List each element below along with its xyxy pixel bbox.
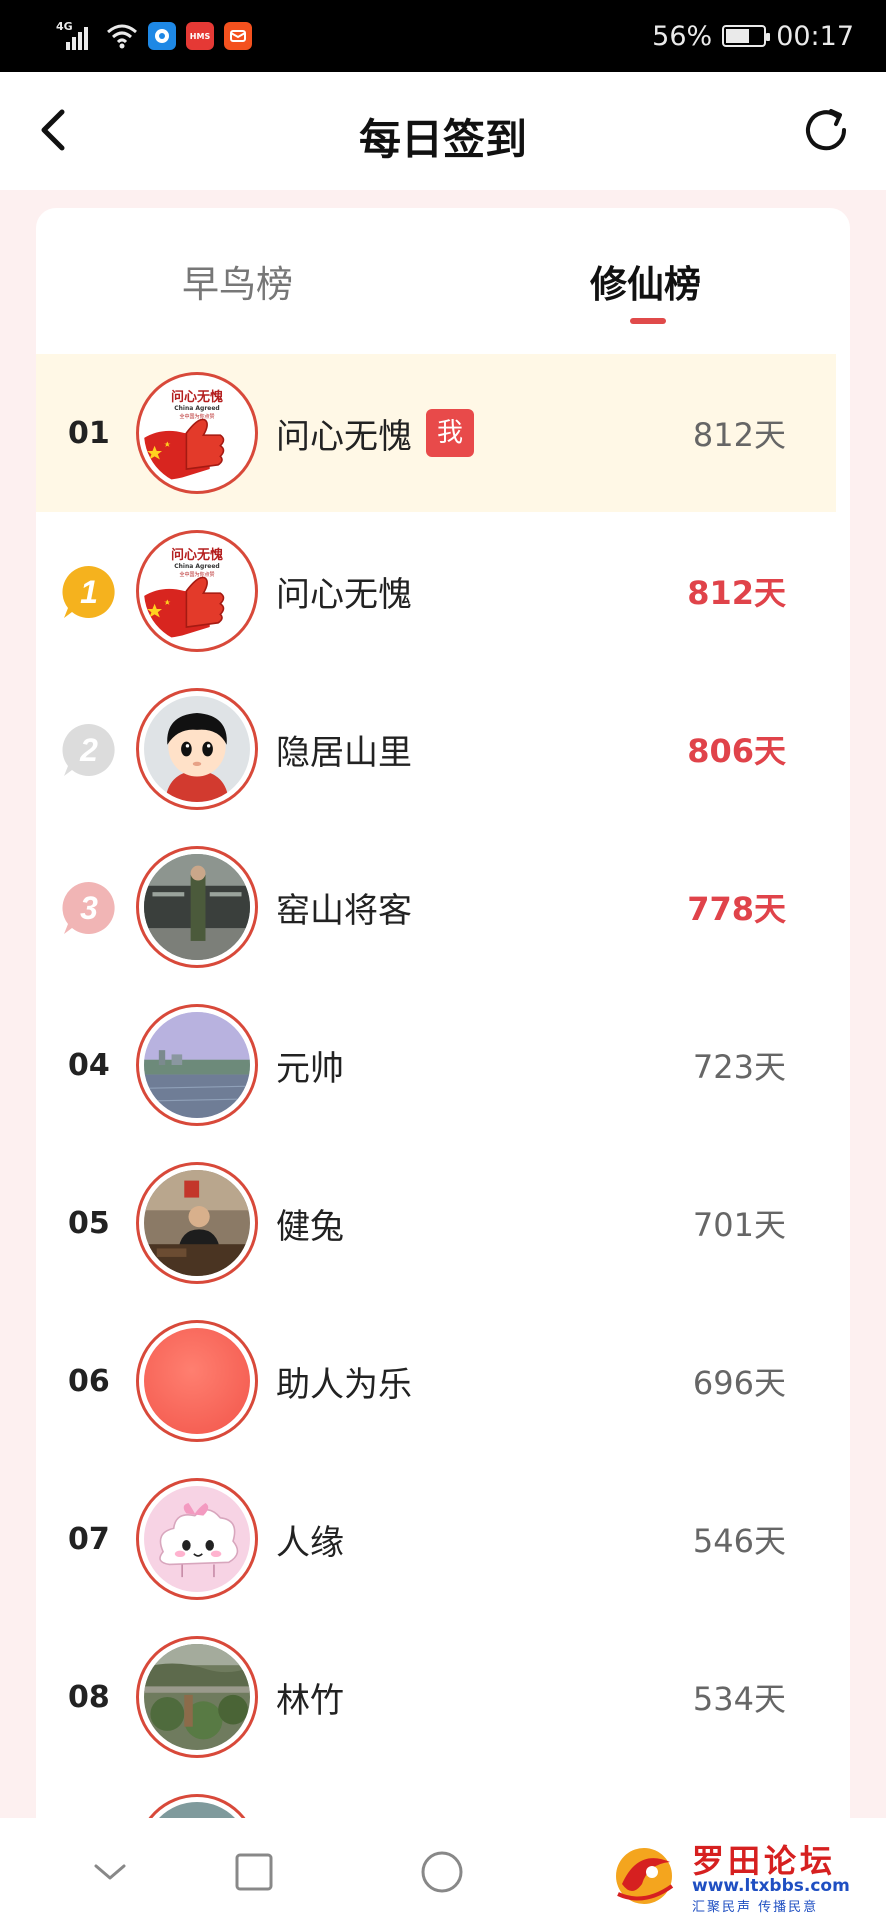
battery-percent: 56% bbox=[652, 20, 713, 52]
watermark-url: www.ltxbbs.com bbox=[692, 1876, 850, 1896]
avatar-image bbox=[144, 696, 250, 802]
user-name: 助人为乐 bbox=[276, 1364, 412, 1405]
sign-in-days: 812天 bbox=[692, 416, 786, 454]
avatar-caption: 问心无愧 bbox=[170, 548, 223, 563]
page-title: 每日签到 bbox=[358, 115, 527, 164]
sign-in-days: 534天 bbox=[692, 1680, 786, 1718]
list-item[interactable]: 04 元帅 723天 bbox=[36, 986, 836, 1144]
avatar-image bbox=[144, 1012, 250, 1118]
rank-number: 05 bbox=[68, 1205, 110, 1241]
watermark-slogan: 汇聚民声 传播民意 bbox=[692, 1900, 819, 1915]
wifi-icon bbox=[107, 24, 137, 49]
avatar-caption-sub: 全中国为你点赞 bbox=[179, 414, 215, 420]
avatar-caption: 问心无愧 bbox=[170, 390, 223, 405]
nav-back-button[interactable] bbox=[82, 1844, 138, 1900]
square-icon bbox=[235, 1853, 273, 1891]
silver-medal-icon: 2 bbox=[62, 723, 115, 776]
avatar-image bbox=[144, 854, 250, 960]
avatar[interactable] bbox=[136, 1004, 258, 1126]
medal-rank-number: 2 bbox=[79, 732, 98, 768]
sign-in-days: 806天 bbox=[687, 732, 786, 770]
list-item[interactable]: 05 健兔 701天 bbox=[36, 1144, 836, 1302]
user-name: 问心无愧 我 bbox=[276, 354, 474, 512]
bronze-medal-icon: 3 bbox=[62, 881, 115, 934]
avatar[interactable] bbox=[136, 1320, 258, 1442]
medal-rank-number: 3 bbox=[80, 890, 98, 926]
user-name: 隐居山里 bbox=[276, 732, 412, 773]
list-item[interactable]: 08 林竹 534天 bbox=[36, 1618, 836, 1776]
avatar-image bbox=[144, 1328, 250, 1434]
refresh-button[interactable] bbox=[796, 100, 856, 160]
user-name: 元帅 bbox=[276, 1048, 344, 1089]
active-tab-indicator bbox=[630, 318, 666, 324]
list-item[interactable]: 07 人缘 546天 bbox=[36, 1460, 836, 1618]
avatar-caption-en: China Agreed bbox=[174, 563, 220, 570]
hms-notification-icon: HMS bbox=[186, 22, 214, 50]
user-name: 窑山将客 bbox=[276, 890, 412, 931]
list-item[interactable]: 2 隐居山里 806天 bbox=[36, 670, 836, 828]
sign-in-days: 696天 bbox=[692, 1364, 786, 1402]
header: 每日签到 bbox=[0, 72, 886, 190]
avatar[interactable] bbox=[136, 1636, 258, 1758]
avatar-caption-sub: 全中国为你点赞 bbox=[179, 572, 215, 578]
avatar-caption-en: China Agreed bbox=[174, 405, 220, 412]
user-name: 问心无愧 bbox=[276, 574, 412, 615]
tab-immortal[interactable]: 修仙榜 bbox=[590, 254, 701, 308]
rank-number: 07 bbox=[68, 1521, 110, 1557]
clock: 00:17 bbox=[776, 20, 854, 52]
avatar[interactable] bbox=[136, 846, 258, 968]
battery-icon bbox=[722, 25, 771, 47]
avatar[interactable] bbox=[136, 688, 258, 810]
tab-bar: 早鸟榜 修仙榜 bbox=[36, 208, 850, 354]
app-notification-icon bbox=[148, 22, 176, 50]
sign-in-days: 778天 bbox=[687, 890, 786, 928]
avatar[interactable]: 问心无愧 China Agreed 全中国为你点赞 bbox=[136, 530, 258, 652]
list-item[interactable]: 06 助人为乐 696天 bbox=[36, 1302, 836, 1460]
tab-early-bird[interactable]: 早鸟榜 bbox=[182, 254, 293, 308]
me-badge: 我 bbox=[426, 409, 474, 457]
avatar[interactable] bbox=[136, 1478, 258, 1600]
sign-in-days: 723天 bbox=[692, 1048, 786, 1086]
avatar[interactable] bbox=[136, 1162, 258, 1284]
list-item[interactable]: 3 窑山将客 778天 bbox=[36, 828, 836, 986]
ranking-list: 01 问心无愧 China Agreed 全中国为你点赞 问心无愧 我 812天… bbox=[36, 354, 836, 1920]
chevron-down-icon bbox=[94, 1864, 126, 1880]
refresh-icon bbox=[806, 109, 847, 151]
status-bar: 4G HMS 56% 00:17 bbox=[0, 0, 886, 72]
sign-in-days: 812天 bbox=[687, 574, 786, 612]
message-notification-icon bbox=[224, 22, 252, 50]
nav-home-button[interactable] bbox=[414, 1844, 470, 1900]
nav-recents-button[interactable] bbox=[226, 1844, 282, 1900]
rank-number: 04 bbox=[68, 1047, 110, 1083]
medal-rank-number: 1 bbox=[80, 574, 98, 610]
rank-number: 06 bbox=[68, 1363, 110, 1399]
rank-number: 08 bbox=[68, 1679, 110, 1715]
circle-icon bbox=[421, 1851, 463, 1893]
forum-watermark: 罗田论坛 www.ltxbbs.com 汇聚民声 传播民意 bbox=[608, 1836, 880, 1916]
forum-logo-icon bbox=[616, 1848, 674, 1904]
leaderboard-card: 早鸟榜 修仙榜 01 问心无愧 China Agreed 全中国为你点赞 问心无… bbox=[36, 208, 850, 1920]
user-name: 健兔 bbox=[276, 1206, 344, 1247]
cellular-signal-icon: 4G bbox=[56, 20, 96, 52]
avatar-image bbox=[144, 1170, 250, 1276]
user-name-text: 问心无愧 bbox=[276, 416, 412, 457]
sign-in-days: 546天 bbox=[692, 1522, 786, 1560]
my-rank-row[interactable]: 01 问心无愧 China Agreed 全中国为你点赞 问心无愧 我 812天 bbox=[36, 354, 836, 512]
avatar[interactable]: 问心无愧 China Agreed 全中国为你点赞 bbox=[136, 372, 258, 494]
user-name: 人缘 bbox=[276, 1522, 344, 1563]
avatar-image bbox=[144, 1644, 250, 1750]
avatar-image bbox=[144, 1486, 250, 1592]
user-name: 林竹 bbox=[276, 1680, 344, 1721]
sign-in-days: 701天 bbox=[692, 1206, 786, 1244]
rank-number: 01 bbox=[68, 415, 110, 451]
gold-medal-icon: 1 bbox=[62, 565, 115, 618]
list-item[interactable]: 1 问心无愧 China Agreed 全中国为你点赞 问心无愧 812天 bbox=[36, 512, 836, 670]
